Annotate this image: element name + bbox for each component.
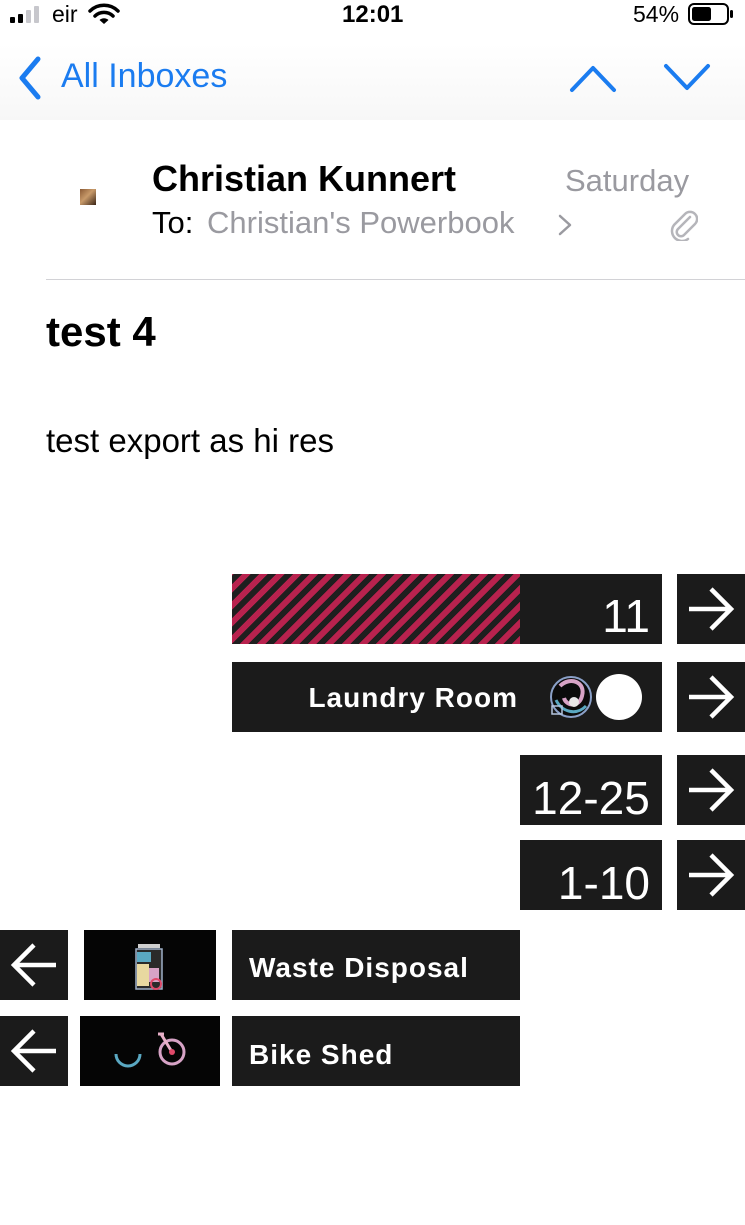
- laundry-label: Laundry Room: [308, 682, 518, 713]
- header-divider: [46, 279, 745, 280]
- back-button[interactable]: All Inboxes: [61, 57, 227, 96]
- bike-pictogram-panel: [80, 1016, 220, 1086]
- arrow-left-icon: [10, 1029, 56, 1073]
- waste-disposal-label: Waste Disposal: [249, 952, 469, 983]
- arrow-right-sign: [677, 574, 745, 644]
- washing-machine-icon: [550, 676, 592, 718]
- arrow-left-sign: [0, 930, 68, 1000]
- battery-percentage: 54%: [633, 1, 680, 27]
- status-bar: eir 12:01 54%: [0, 0, 745, 32]
- bike-shed-sign: Bike Shed: [232, 1016, 520, 1086]
- back-chevron-icon[interactable]: [14, 55, 46, 101]
- signal-strength-icon: [10, 5, 46, 23]
- laundry-sign: Laundry Room: [232, 662, 520, 732]
- arrow-right-sign: [677, 840, 745, 910]
- message-body: test export as hi res: [46, 422, 334, 459]
- trash-bin-icon: [135, 944, 163, 990]
- range-label: 12-25: [532, 772, 650, 824]
- range-sign: 1-10: [520, 840, 662, 910]
- chevron-right-icon[interactable]: [557, 213, 573, 237]
- message-subject: test 4: [46, 308, 156, 355]
- room-number: 11: [602, 590, 650, 642]
- sender-avatar[interactable]: [80, 189, 96, 205]
- white-circle-icon: [596, 674, 642, 720]
- arrow-right-icon: [689, 675, 735, 719]
- range-sign: 12-25: [520, 755, 662, 825]
- arrow-right-icon: [689, 587, 735, 631]
- hatched-panel: [232, 574, 520, 644]
- room-number-sign: 11: [520, 574, 662, 644]
- recipient-name[interactable]: Christian's Powerbook: [207, 205, 514, 241]
- bicycle-icon: [114, 1032, 186, 1068]
- laundry-pictogram-panel: [520, 662, 662, 732]
- waste-disposal-sign: Waste Disposal: [232, 930, 520, 1000]
- arrow-right-icon: [689, 768, 735, 812]
- arrow-right-icon: [689, 853, 735, 897]
- previous-message-icon[interactable]: [568, 62, 618, 94]
- sender-name[interactable]: Christian Kunnert: [152, 158, 456, 200]
- arrow-right-sign: [677, 662, 745, 732]
- arrow-left-sign: [0, 1016, 68, 1086]
- bike-shed-label: Bike Shed: [249, 1039, 394, 1070]
- range-label: 1-10: [557, 857, 650, 909]
- wifi-icon: [88, 3, 120, 24]
- arrow-left-icon: [10, 943, 56, 987]
- carrier-name: eir: [52, 1, 78, 27]
- recipient-label: To:: [152, 205, 194, 240]
- status-time: 12:01: [342, 1, 404, 28]
- arrow-right-sign: [677, 755, 745, 825]
- paperclip-icon: [670, 210, 698, 241]
- battery-icon: [688, 3, 733, 25]
- waste-pictogram-panel: [84, 930, 216, 1000]
- next-message-icon[interactable]: [662, 62, 712, 94]
- message-date: Saturday: [565, 163, 690, 198]
- signage-image[interactable]: [0, 570, 745, 1090]
